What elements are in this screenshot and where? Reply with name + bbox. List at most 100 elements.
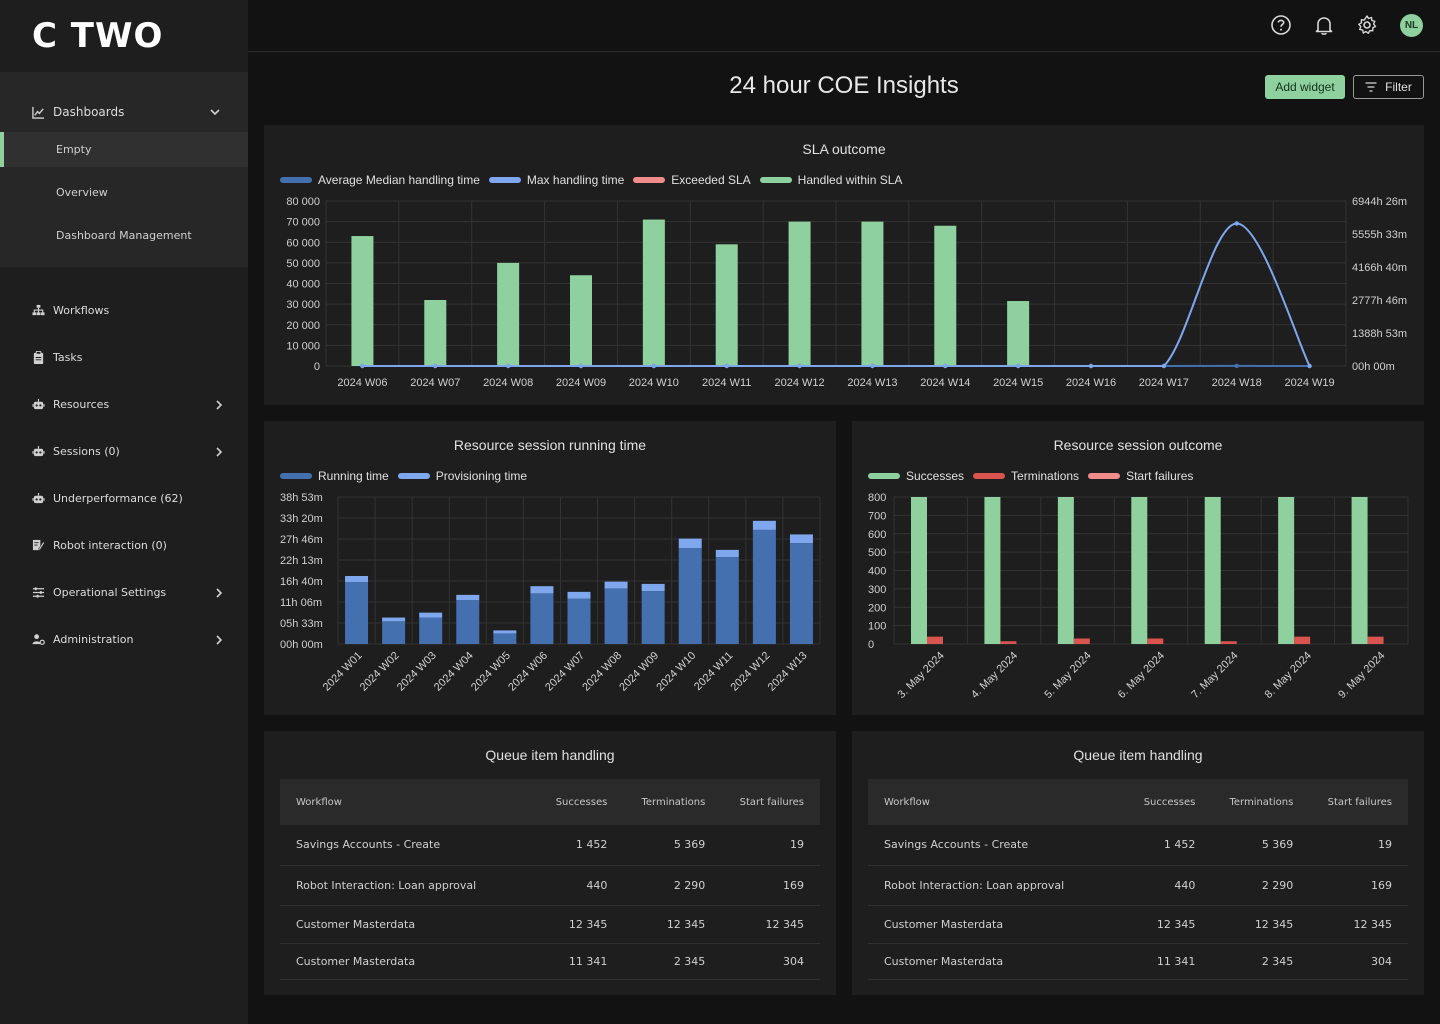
sidebar-item-workflows[interactable]: Workflows — [0, 287, 248, 334]
stacked-bar — [419, 612, 443, 618]
y2-tick-label: 5555h 33m — [1352, 229, 1407, 241]
help-icon[interactable] — [1270, 14, 1292, 36]
table-cell: Customer Masterdata — [868, 943, 1129, 980]
y-tick-label: 600 — [868, 529, 886, 541]
x-tick-label: 2024 W03 — [395, 650, 439, 694]
stacked-bar — [752, 529, 776, 644]
table-row[interactable]: Savings Accounts - Create 1 452 5 369 19 — [280, 825, 820, 866]
table-title: Queue item handling — [485, 747, 615, 763]
line-point — [1088, 363, 1094, 369]
x-tick-label: 2024 W05 — [469, 650, 513, 694]
table-cell: Savings Accounts - Create — [280, 825, 541, 866]
x-tick-label: 2024 W09 — [556, 377, 606, 389]
table-row[interactable]: Customer Masterdata 12 345 12 345 12 345 — [868, 905, 1408, 944]
table-cell: Customer Masterdata — [280, 905, 541, 944]
y-tick-label: 700 — [868, 510, 886, 522]
dashboards-group: Dashboards Empty Overview Dashboard Mana… — [0, 72, 248, 267]
sidebar-subitem-overview[interactable]: Overview — [0, 175, 248, 210]
line-point — [1161, 363, 1167, 369]
sidebar-subitem-empty[interactable]: Empty — [0, 132, 248, 167]
stacked-bar — [567, 591, 591, 599]
stacked-bar — [493, 633, 517, 644]
stacked-bar — [530, 586, 554, 594]
user-avatar[interactable]: NL — [1400, 14, 1423, 37]
y-tick-label: 80 000 — [286, 196, 320, 208]
stacked-bar — [752, 520, 776, 530]
table-row[interactable]: Customer Masterdata 12 345 12 345 12 345 — [280, 905, 820, 944]
table-cell: Robot Interaction: Loan approval — [280, 865, 541, 906]
table-row[interactable]: Robot Interaction: Loan approval 440 2 290… — [280, 865, 820, 906]
y2-tick-label: 4166h 40m — [1352, 262, 1407, 274]
x-tick-label: 9. May 2024 — [1336, 650, 1387, 701]
chevron-right-icon[interactable] — [214, 634, 224, 645]
table-cell: 1 452 — [1128, 825, 1212, 866]
y-tick-label: 800 — [868, 492, 886, 504]
chevron-down-icon[interactable] — [210, 107, 220, 117]
stacked-bar — [604, 588, 628, 644]
sidebar-item-operational-settings[interactable]: Operational Settings — [0, 569, 248, 616]
column-header[interactable]: Successes — [540, 779, 623, 825]
y-tick-label: 10 000 — [286, 340, 320, 352]
column-header[interactable]: Terminations — [1211, 779, 1309, 825]
running-time-card: Resource session running time Running ti… — [264, 421, 836, 715]
bar — [1057, 497, 1074, 644]
column-header[interactable]: Start failures — [721, 779, 820, 825]
table-cell: 2 290 — [623, 865, 722, 906]
y-tick-label: 38h 53m — [280, 492, 323, 504]
table-cell: 2 345 — [623, 943, 722, 980]
sidebar-item-administration[interactable]: Administration — [0, 616, 248, 663]
sidebar-item-sessions[interactable]: Sessions (0) — [0, 428, 248, 475]
x-tick-label: 5. May 2024 — [1042, 650, 1093, 701]
sidebar-item-resources[interactable]: Resources — [0, 381, 248, 428]
sidebar-subitem-label: Empty — [56, 143, 92, 156]
x-tick-label: 2024 W17 — [1139, 377, 1189, 389]
stacked-bar — [789, 534, 813, 544]
brand-logo[interactable]: C TWO — [0, 0, 248, 72]
table-cell: Customer Masterdata — [280, 943, 541, 980]
table-row[interactable]: Customer Masterdata 11 341 2 345 304 — [280, 943, 820, 980]
stacked-bar — [641, 591, 665, 644]
sidebar-item-robot-interaction[interactable]: Robot interaction (0) — [0, 522, 248, 569]
stacked-bar — [493, 630, 517, 634]
column-header[interactable]: Workflow — [280, 779, 540, 825]
y2-tick-label: 1388h 53m — [1352, 328, 1407, 340]
sliders-icon — [32, 587, 45, 598]
sidebar-item-tasks[interactable]: Tasks — [0, 334, 248, 381]
queue-table-card: Queue item handling Workflow Successes T… — [852, 731, 1424, 995]
stacked-bar — [419, 617, 443, 644]
sidebar-item-dashboards[interactable]: Dashboards — [0, 92, 248, 132]
y-tick-label: 0 — [868, 639, 874, 651]
bell-icon[interactable] — [1313, 14, 1335, 36]
chevron-right-icon[interactable] — [214, 399, 224, 410]
column-header[interactable]: Terminations — [623, 779, 721, 825]
table-cell: 440 — [540, 865, 624, 906]
column-header[interactable]: Start failures — [1309, 779, 1408, 825]
x-tick-label: 2024 W06 — [337, 377, 387, 389]
line-point — [651, 363, 657, 369]
gear-icon[interactable] — [1356, 14, 1378, 36]
chevron-right-icon[interactable] — [214, 446, 224, 457]
x-tick-label: 3. May 2024 — [896, 650, 947, 701]
bar — [1351, 497, 1368, 644]
bar — [927, 636, 943, 644]
stacked-bar — [641, 583, 665, 592]
x-tick-label: 2024 W15 — [993, 377, 1043, 389]
table-row[interactable]: Savings Accounts - Create 1 452 5 369 19 — [868, 825, 1408, 866]
bar — [1007, 301, 1030, 366]
sidebar-subitem-dashboard-management[interactable]: Dashboard Management — [0, 218, 248, 253]
line-point — [1307, 363, 1312, 369]
table-header-row: Workflow Successes Terminations Start fa… — [280, 779, 820, 825]
sidebar-item-label: Underperformance (62) — [53, 492, 183, 505]
sidebar-item-underperformance[interactable]: Underperformance (62) — [0, 475, 248, 522]
filter-lines-icon — [1365, 82, 1377, 92]
column-header[interactable]: Workflow — [868, 779, 1128, 825]
table-row[interactable]: Customer Masterdata 11 341 2 345 304 — [868, 943, 1408, 980]
stacked-bar — [456, 594, 480, 601]
table-row[interactable]: Robot Interaction: Loan approval 440 2 290… — [868, 865, 1408, 906]
chevron-right-icon[interactable] — [214, 587, 224, 598]
bar — [1131, 497, 1148, 644]
column-header[interactable]: Successes — [1128, 779, 1211, 825]
stacked-bar — [530, 593, 554, 644]
add-widget-button[interactable]: Add widget — [1265, 75, 1345, 99]
filter-button[interactable]: Filter — [1353, 75, 1424, 99]
